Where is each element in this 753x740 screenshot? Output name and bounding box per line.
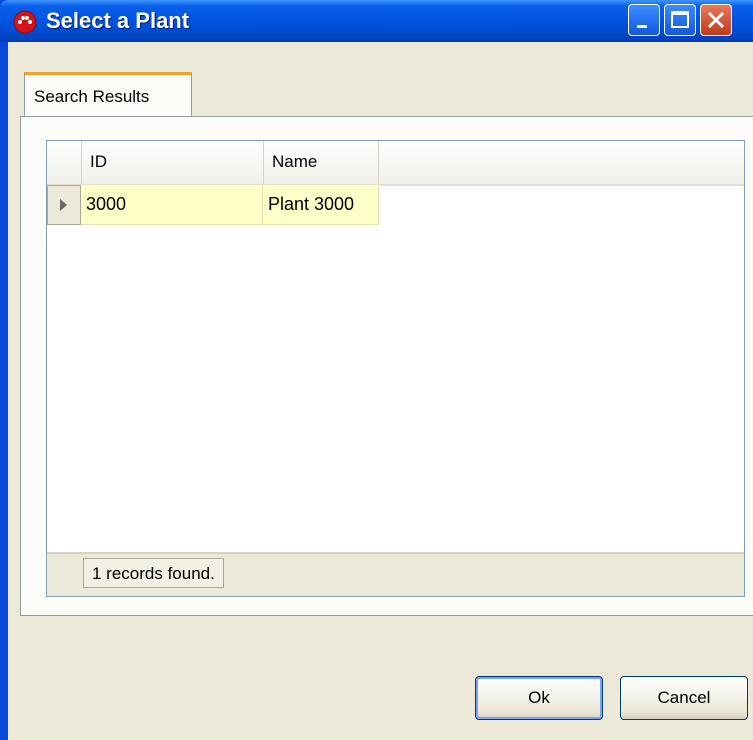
grid-header: ID Name	[47, 141, 744, 186]
tab-search-results[interactable]: Search Results	[24, 72, 192, 116]
grid-status-bar: 1 records found.	[47, 552, 744, 596]
window-title: Select a Plant	[46, 8, 190, 33]
tab-label: Search Results	[34, 87, 150, 106]
close-button[interactable]	[700, 4, 732, 36]
minimize-icon	[637, 25, 647, 28]
column-header-name[interactable]: Name	[263, 141, 379, 184]
row-selector[interactable]	[47, 185, 81, 225]
minimize-button[interactable]	[628, 4, 660, 36]
maximize-button[interactable]	[664, 4, 696, 36]
title-bar[interactable]: Select a Plant	[0, 0, 753, 42]
select-plant-dialog: Select a Plant Search Results ID Name 30…	[0, 0, 753, 740]
row-pointer-icon	[60, 199, 67, 211]
maximize-icon	[671, 11, 689, 28]
results-grid: ID Name 3000 Plant 3000 1 records found.	[46, 140, 745, 597]
close-icon	[707, 11, 725, 29]
app-logo-icon	[13, 10, 37, 34]
cell-id[interactable]: 3000	[81, 185, 263, 225]
cancel-button[interactable]: Cancel	[620, 676, 748, 720]
cell-name[interactable]: Plant 3000	[263, 185, 379, 225]
record-count-label: 1 records found.	[83, 558, 224, 588]
ok-button[interactable]: Ok	[475, 676, 603, 720]
table-row[interactable]: 3000 Plant 3000	[47, 185, 379, 225]
column-header-id[interactable]: ID	[81, 141, 263, 184]
